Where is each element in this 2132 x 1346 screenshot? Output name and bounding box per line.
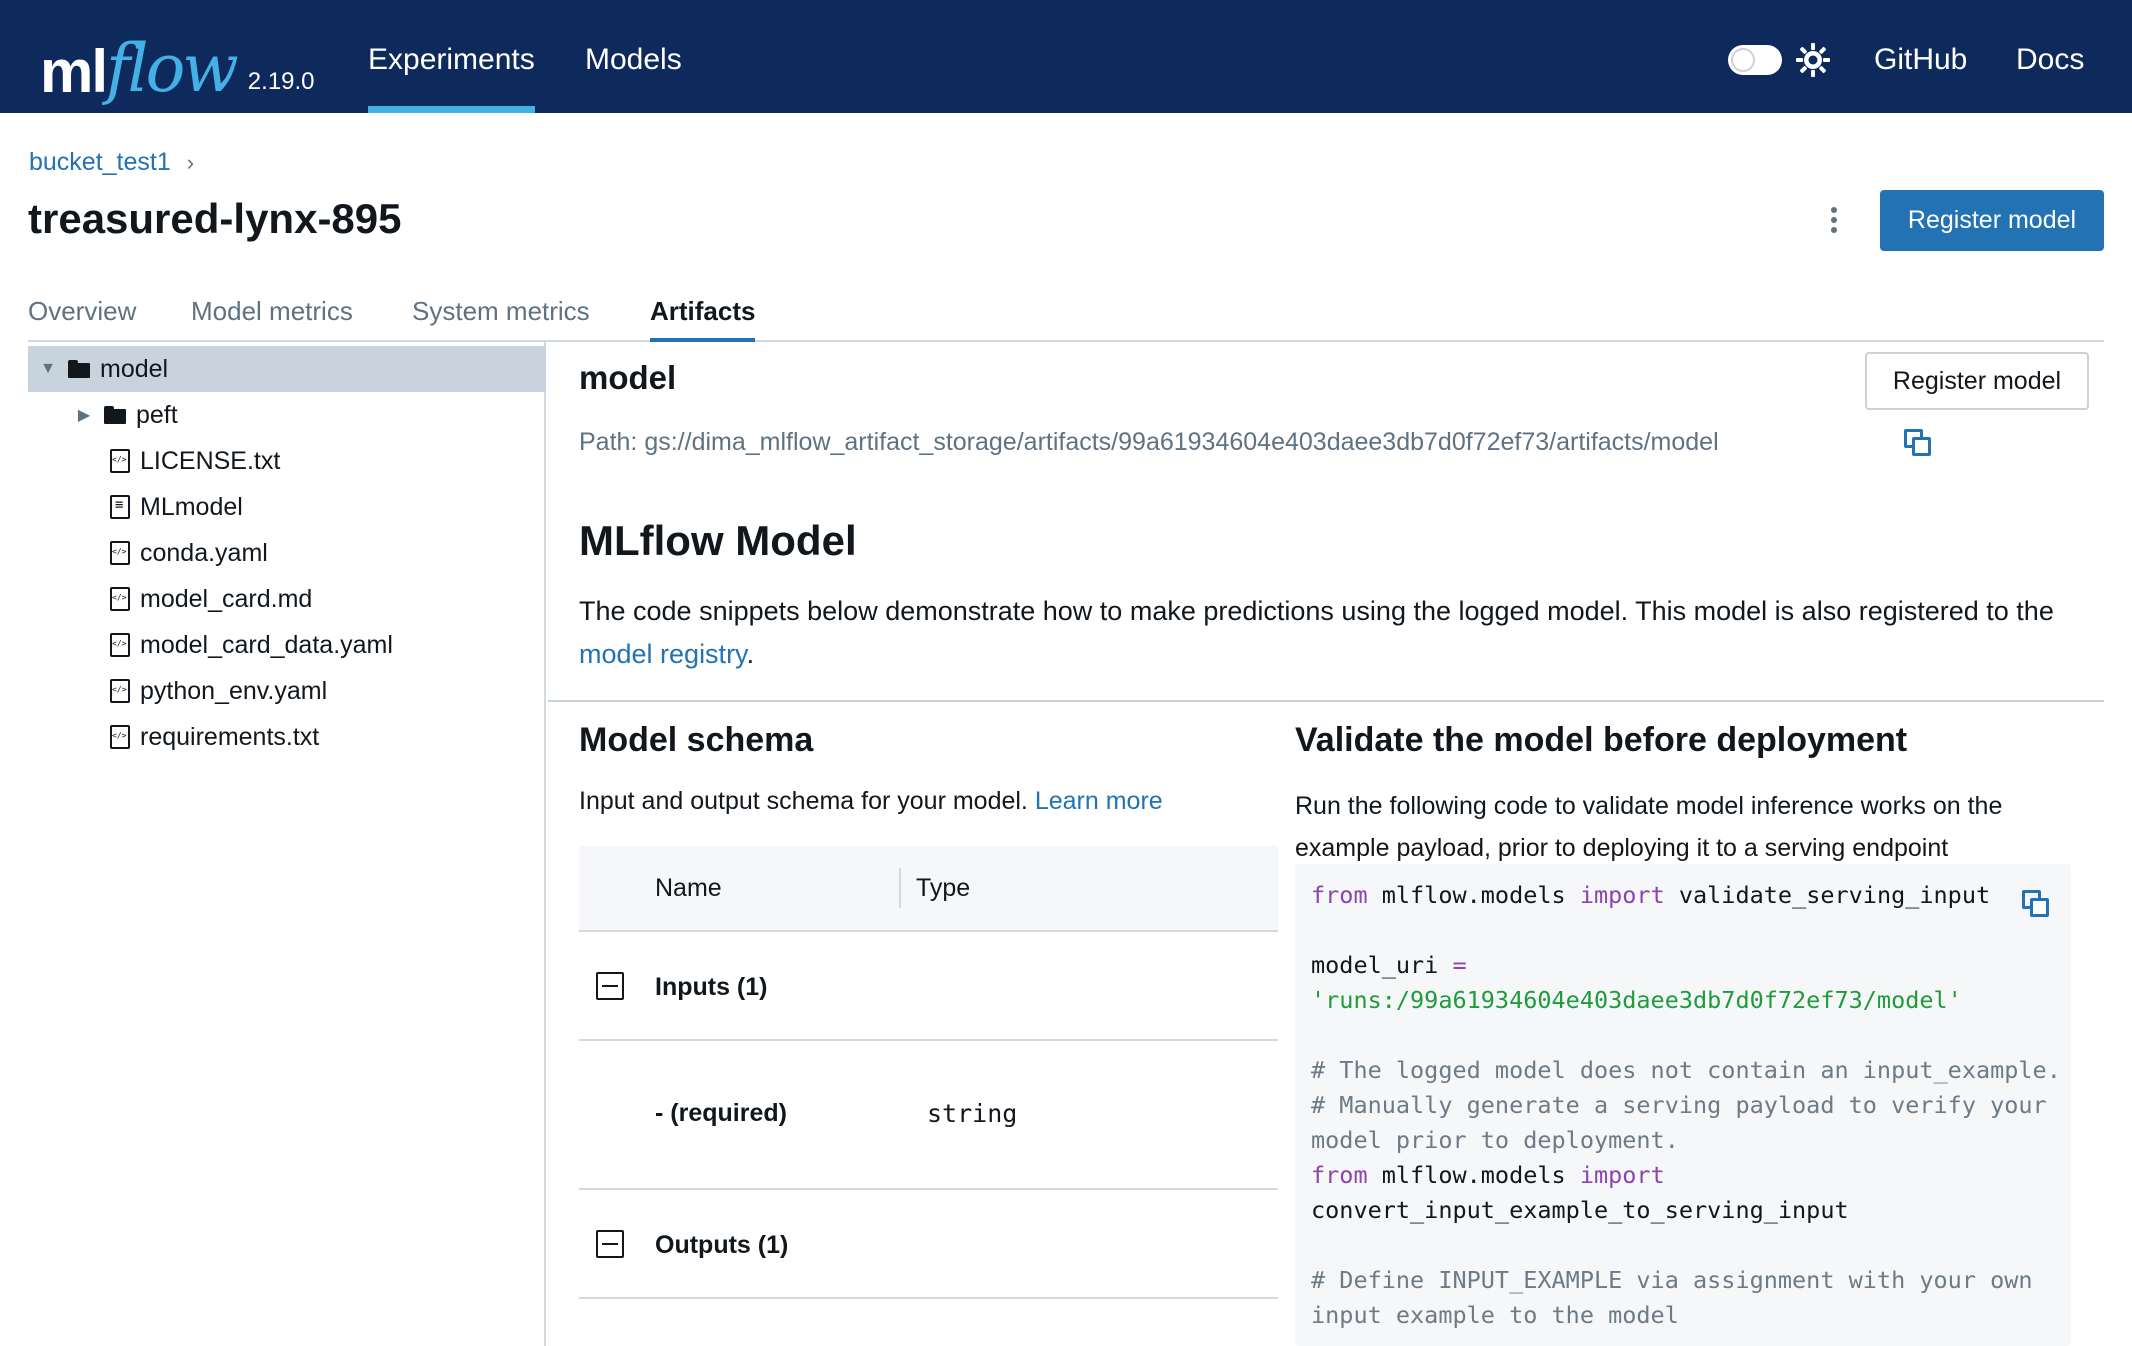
schema-outputs-row[interactable]: Outputs (1)	[579, 1190, 1278, 1299]
theme-toggle[interactable]	[1728, 45, 1782, 75]
column-header-name: Name	[655, 874, 722, 902]
tree-item-conda[interactable]: conda.yaml	[110, 530, 268, 576]
artifact-register-model-button[interactable]: Register model	[1865, 352, 2089, 410]
path-value: gs://dima_mlflow_artifact_storage/artifa…	[644, 428, 1719, 456]
code-text: from mlflow.models import validate_servi…	[1311, 881, 2061, 1329]
file-code-icon	[110, 679, 130, 703]
more-options-icon[interactable]	[1824, 204, 1844, 240]
tree-item-license[interactable]: LICENSE.txt	[110, 438, 280, 484]
tree-item-model[interactable]: ▼ model	[28, 346, 546, 392]
file-code-icon	[110, 633, 130, 657]
page-title: treasured-lynx-895	[28, 195, 402, 242]
mlflow-model-description: The code snippets below demonstrate how …	[579, 590, 2104, 676]
nav-experiments[interactable]: Experiments	[368, 0, 535, 113]
run-tabs: Overview Model metrics System metrics Ar…	[28, 290, 2104, 342]
mlflow-model-heading: MLflow Model	[579, 517, 857, 564]
artifact-tree: ▼ model ▶ peft LICENSE.txt MLmodel conda…	[28, 342, 546, 1346]
file-code-icon	[110, 587, 130, 611]
outputs-label: Outputs (1)	[655, 1231, 789, 1259]
tree-item-label: model	[100, 354, 169, 383]
chevron-right-icon: ›	[186, 150, 195, 175]
collapse-icon[interactable]	[596, 972, 624, 1000]
tree-item-mlmodel[interactable]: MLmodel	[110, 484, 243, 530]
version-label: 2.19.0	[247, 68, 315, 95]
tree-item-peft[interactable]: ▶ peft	[72, 392, 178, 438]
folder-icon	[68, 360, 90, 378]
tree-item-requirements[interactable]: requirements.txt	[110, 714, 319, 760]
collapse-icon[interactable]	[596, 1230, 624, 1258]
tree-item-label: model_card_data.yaml	[140, 630, 393, 659]
file-code-icon	[110, 449, 130, 473]
breadcrumb-experiment-link[interactable]: bucket_test1	[29, 148, 171, 176]
tree-item-python-env[interactable]: python_env.yaml	[110, 668, 327, 714]
folder-icon	[104, 406, 126, 424]
code-snippet: from mlflow.models import validate_servi…	[1295, 864, 2071, 1346]
artifact-title: model	[579, 359, 677, 396]
file-code-icon	[110, 541, 130, 565]
caret-down-icon[interactable]: ▼	[36, 360, 60, 378]
copy-code-icon[interactable]	[2022, 890, 2050, 918]
input-type: string	[927, 1099, 1018, 1128]
artifact-path: Path: gs://dima_mlflow_artifact_storage/…	[579, 428, 1719, 457]
tab-model-metrics[interactable]: Model metrics	[191, 296, 353, 342]
model-schema-subtitle: Input and output schema for your model. …	[579, 787, 1163, 816]
tree-item-model-card[interactable]: model_card.md	[110, 576, 312, 622]
register-model-button[interactable]: Register model	[1880, 190, 2104, 251]
model-registry-link[interactable]: model registry	[579, 639, 747, 669]
tree-item-label: python_env.yaml	[140, 676, 328, 705]
top-nav-bar: ml flow 2.19.0 Experiments Models GitHub…	[0, 0, 2132, 113]
tab-system-metrics[interactable]: System metrics	[412, 296, 590, 342]
sun-icon[interactable]	[1795, 42, 1831, 78]
file-doc-icon	[110, 495, 130, 519]
model-schema-heading: Model schema	[579, 721, 814, 759]
table-row: - (required) string	[579, 1041, 1278, 1190]
schema-table: Name Type Inputs (1) - (required) string…	[579, 846, 1278, 1346]
path-label: Path:	[579, 428, 638, 456]
column-header-type: Type	[916, 874, 971, 902]
schema-subtitle-text: Input and output schema for your model.	[579, 787, 1028, 815]
mlflow-logo[interactable]: ml flow 2.19.0	[40, 12, 315, 102]
logo-flow-text: flow	[106, 30, 239, 107]
learn-more-link[interactable]: Learn more	[1035, 787, 1163, 815]
breadcrumb: bucket_test1 ›	[29, 148, 194, 177]
file-code-icon	[110, 725, 130, 749]
column-separator	[899, 868, 901, 908]
tree-item-label: MLmodel	[140, 492, 243, 521]
nav-github[interactable]: GitHub	[1874, 0, 1967, 113]
logo-ml-text: ml	[40, 38, 108, 105]
copy-icon[interactable]	[1904, 429, 1932, 457]
tab-overview[interactable]: Overview	[28, 296, 136, 342]
validate-description: Run the following code to validate model…	[1295, 792, 2003, 862]
tree-item-label: requirements.txt	[140, 722, 320, 751]
tab-artifacts[interactable]: Artifacts	[650, 296, 756, 342]
toggle-knob	[1731, 48, 1755, 72]
description-suffix: .	[746, 639, 755, 669]
validate-heading: Validate the model before deployment	[1295, 721, 1908, 759]
tree-item-label: LICENSE.txt	[140, 446, 281, 475]
inputs-label: Inputs (1)	[655, 973, 768, 1001]
tree-item-model-card-data[interactable]: model_card_data.yaml	[110, 622, 393, 668]
nav-models[interactable]: Models	[585, 0, 682, 113]
input-name: - (required)	[655, 1099, 787, 1127]
schema-table-header: Name Type	[579, 846, 1278, 932]
caret-right-icon[interactable]: ▶	[72, 405, 96, 425]
tree-item-label: peft	[136, 400, 178, 429]
schema-inputs-row[interactable]: Inputs (1)	[579, 932, 1278, 1041]
tree-item-label: model_card.md	[140, 584, 313, 613]
description-text: The code snippets below demonstrate how …	[579, 596, 2054, 626]
section-divider	[548, 700, 2104, 702]
tree-item-label: conda.yaml	[140, 538, 268, 567]
nav-docs[interactable]: Docs	[2016, 0, 2084, 113]
